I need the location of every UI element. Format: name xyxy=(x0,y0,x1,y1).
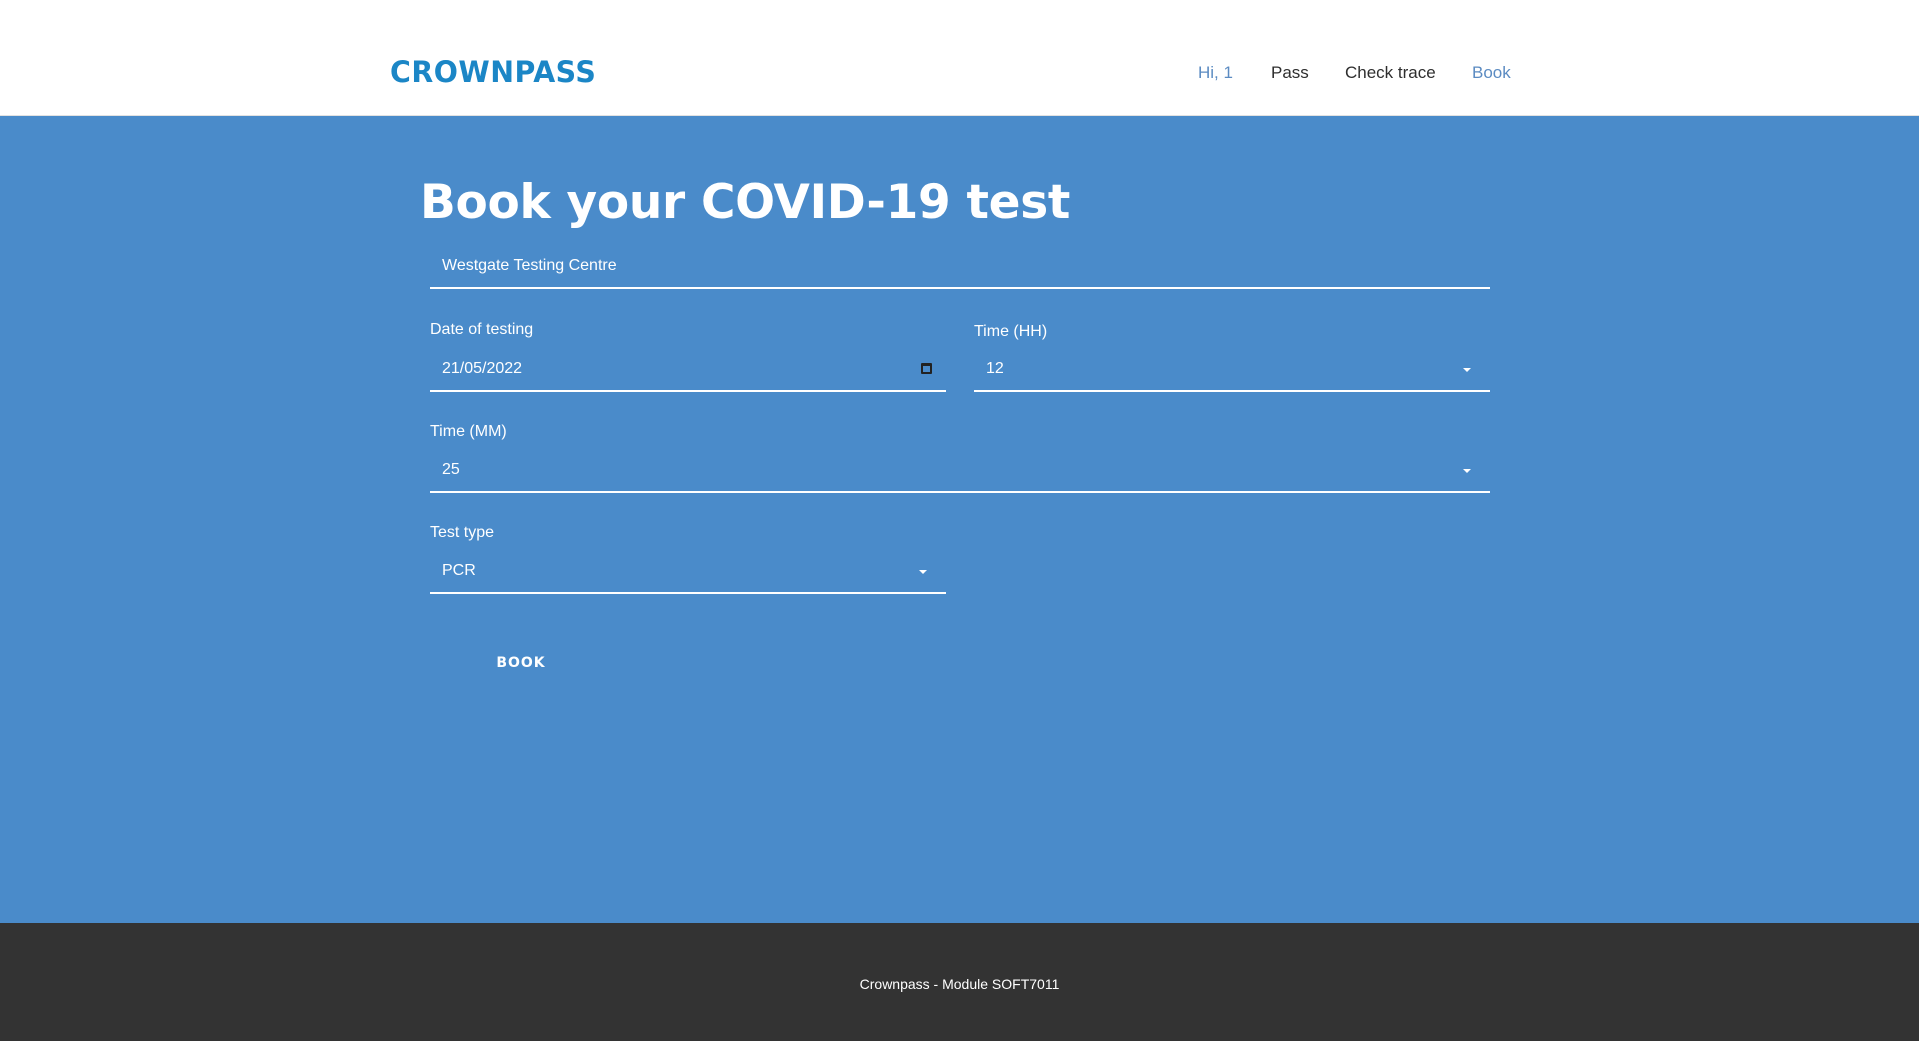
caret-down-icon xyxy=(1463,368,1471,372)
testing-centre-field[interactable]: Westgate Testing Centre xyxy=(430,245,1490,289)
date-label: Date of testing xyxy=(430,321,534,338)
time-hh-value: 12 xyxy=(986,360,1004,377)
test-type-label: Test type xyxy=(430,524,495,541)
calendar-icon[interactable] xyxy=(921,363,932,374)
nav-pass[interactable]: Pass xyxy=(1271,60,1309,86)
book-button[interactable]: BOOK xyxy=(476,643,566,683)
date-input[interactable]: 21/05/2022 xyxy=(430,348,946,392)
time-hh-label: Time (HH) xyxy=(974,323,1048,340)
page-title: Book your COVID-19 test xyxy=(420,175,1071,230)
footer-text: Crownpass - Module SOFT7011 xyxy=(859,976,1060,992)
time-hh-select[interactable]: 12 xyxy=(974,348,1490,392)
time-mm-value: 25 xyxy=(442,461,460,478)
time-mm-select[interactable]: 25 xyxy=(430,449,1490,493)
testing-centre-value: Westgate Testing Centre xyxy=(442,257,617,274)
test-type-value: PCR xyxy=(442,562,476,579)
test-type-select[interactable]: PCR xyxy=(430,550,946,594)
nav-check-trace[interactable]: Check trace xyxy=(1345,60,1436,86)
nav-greeting[interactable]: Hi, 1 xyxy=(1198,60,1233,86)
date-value: 21/05/2022 xyxy=(442,360,523,377)
crownpass-logo[interactable]: CROWNPASS xyxy=(390,55,596,89)
caret-down-icon xyxy=(1463,469,1471,473)
site-header: CROWNPASS Hi, 1 Pass Check trace Book xyxy=(0,0,1919,116)
nav-book[interactable]: Book xyxy=(1472,60,1511,86)
site-footer: Crownpass - Module SOFT7011 xyxy=(0,923,1919,1041)
caret-down-icon xyxy=(919,570,927,574)
time-mm-label: Time (MM) xyxy=(430,423,507,440)
